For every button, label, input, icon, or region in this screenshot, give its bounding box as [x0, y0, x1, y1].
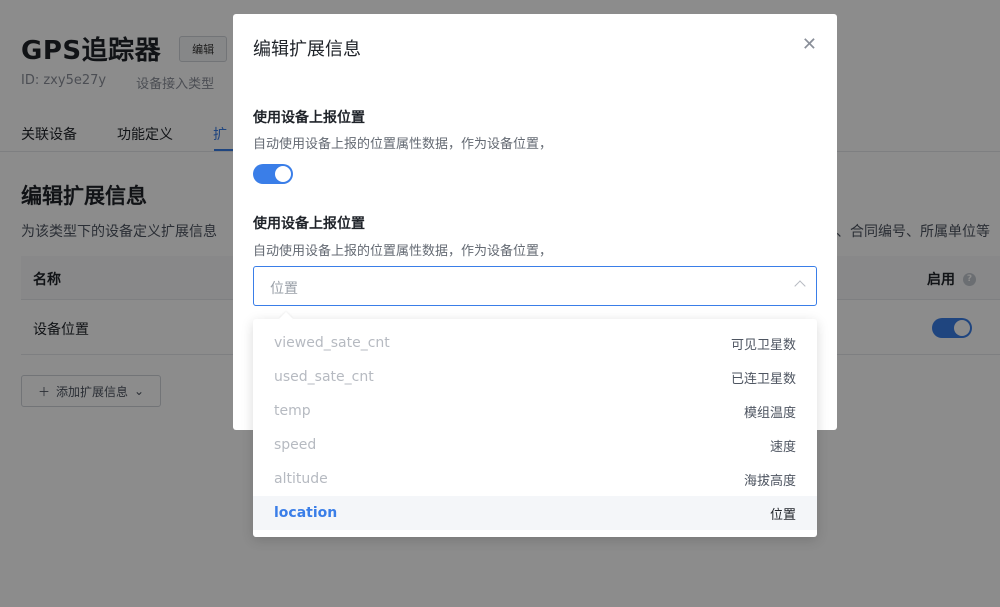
attribute-dropdown: viewed_sate_cnt 可见卫星数 used_sate_cnt 已连卫星…: [253, 319, 817, 537]
option-desc: 可见卫星数: [730, 337, 796, 353]
location-attribute-select[interactable]: 位置: [253, 266, 817, 306]
option-key: temp: [274, 403, 311, 419]
option-desc: 海拔高度: [743, 473, 796, 489]
field-label-location-attribute: 使用设备上报位置: [253, 216, 365, 232]
close-icon[interactable]: ✕: [802, 36, 817, 54]
option-key: viewed_sate_cnt: [274, 335, 390, 351]
option-desc: 速度: [769, 439, 796, 455]
dropdown-option[interactable]: viewed_sate_cnt 可见卫星数: [253, 326, 817, 360]
field-desc-location-attribute: 自动使用设备上报的位置属性数据，作为设备位置，: [253, 244, 553, 259]
select-value: 位置: [270, 281, 298, 297]
option-desc: 模组温度: [743, 405, 796, 421]
dropdown-option[interactable]: altitude 海拔高度: [253, 462, 817, 496]
option-desc: 已连卫星数: [730, 371, 796, 387]
chevron-up-icon: [794, 280, 806, 292]
option-key: altitude: [274, 471, 328, 487]
option-desc: 位置: [769, 507, 796, 523]
field-label-report-location: 使用设备上报位置: [253, 110, 365, 126]
option-key: location: [274, 505, 338, 521]
dropdown-option[interactable]: temp 模组温度: [253, 394, 817, 428]
report-location-toggle[interactable]: [253, 164, 293, 184]
modal-title: 编辑扩展信息: [253, 39, 361, 60]
dropdown-option-selected[interactable]: location 位置: [253, 496, 817, 530]
option-key: used_sate_cnt: [274, 369, 374, 385]
dropdown-option[interactable]: speed 速度: [253, 428, 817, 462]
dropdown-option[interactable]: used_sate_cnt 已连卫星数: [253, 360, 817, 394]
option-key: speed: [274, 437, 317, 453]
field-desc-report-location: 自动使用设备上报的位置属性数据，作为设备位置，: [253, 137, 553, 152]
